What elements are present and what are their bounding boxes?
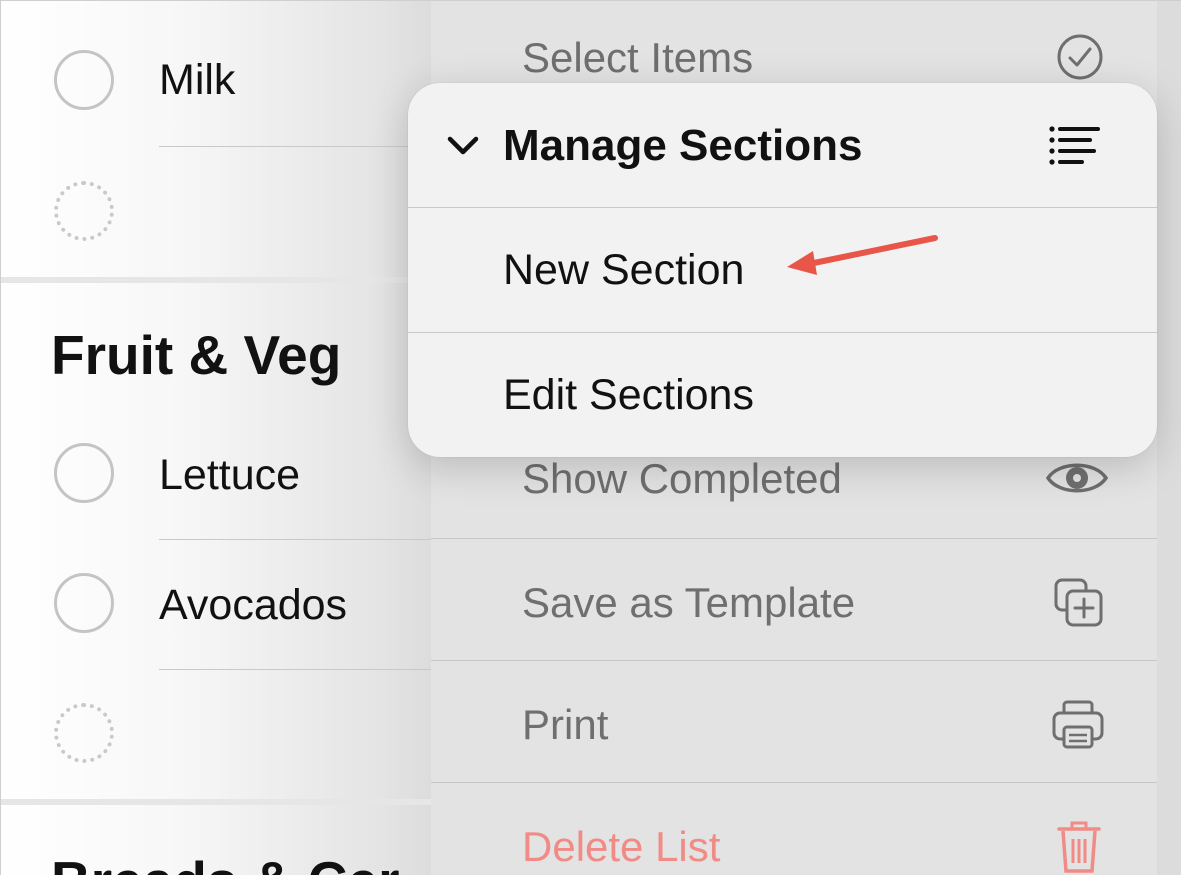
section-separator bbox=[1, 277, 431, 283]
menu-item-label: Show Completed bbox=[522, 455, 842, 502]
menu-item-label: Edit Sections bbox=[503, 371, 754, 419]
menu-item-edit-sections[interactable]: Edit Sections bbox=[408, 333, 1157, 457]
item-label[interactable]: Avocados bbox=[159, 581, 347, 630]
printer-icon bbox=[1051, 699, 1105, 756]
list-item[interactable]: Milk bbox=[1, 50, 459, 170]
row-separator bbox=[159, 539, 459, 540]
list-item-empty[interactable] bbox=[1, 703, 431, 823]
menu-item-print[interactable]: Print bbox=[431, 661, 1157, 783]
completion-circle[interactable] bbox=[54, 50, 114, 110]
checkmark-circle-icon bbox=[1055, 32, 1105, 87]
row-separator bbox=[159, 669, 459, 670]
chevron-down-icon bbox=[446, 133, 480, 162]
duplicate-plus-icon bbox=[1053, 577, 1105, 634]
completion-circle[interactable] bbox=[54, 573, 114, 633]
menu-item-label: Save as Template bbox=[522, 579, 856, 626]
submenu-title: Manage Sections bbox=[503, 121, 863, 170]
item-label[interactable]: Milk bbox=[159, 56, 235, 105]
new-item-circle[interactable] bbox=[54, 703, 114, 763]
item-label[interactable]: Lettuce bbox=[159, 451, 300, 500]
menu-item-label: Print bbox=[522, 701, 609, 748]
annotation-arrow bbox=[787, 235, 938, 275]
menu-item-delete-list[interactable]: Delete List bbox=[431, 783, 1157, 875]
list-item[interactable]: Lettuce bbox=[1, 443, 459, 563]
list-lines-icon bbox=[1048, 125, 1100, 174]
section-title[interactable]: Fruit & Veg bbox=[51, 323, 341, 387]
manage-sections-header[interactable]: Manage Sections bbox=[408, 83, 1157, 208]
trash-icon bbox=[1057, 819, 1101, 875]
list-item[interactable]: Avocados bbox=[1, 573, 459, 693]
section-separator bbox=[1, 799, 431, 805]
menu-item-label: Select Items bbox=[522, 34, 754, 81]
menu-item-label: Delete List bbox=[522, 823, 721, 870]
completion-circle[interactable] bbox=[54, 443, 114, 503]
eye-icon bbox=[1045, 453, 1109, 508]
new-item-circle[interactable] bbox=[54, 181, 114, 241]
menu-item-save-as-template[interactable]: Save as Template bbox=[431, 539, 1157, 661]
menu-item-label: New Section bbox=[503, 246, 745, 294]
section-title[interactable]: Breads & Cer bbox=[51, 849, 399, 875]
list-item-empty[interactable] bbox=[1, 181, 431, 301]
